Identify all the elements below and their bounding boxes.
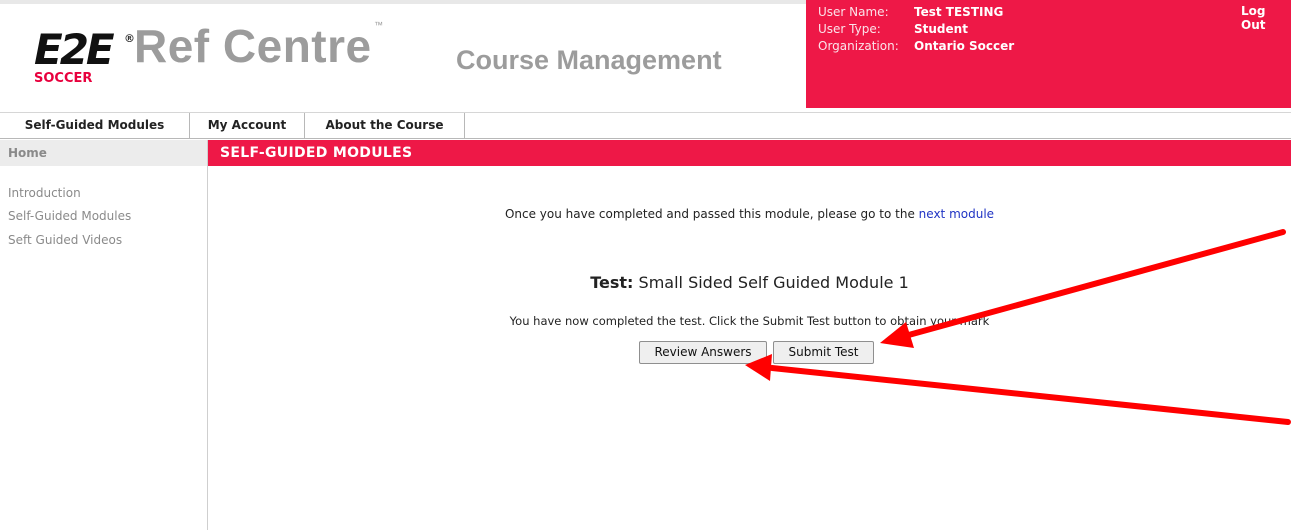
logout-link[interactable]: Log Out — [1241, 4, 1291, 32]
user-type-value: Student — [914, 22, 968, 36]
logo-mark: E2E — [34, 25, 115, 74]
notice-text: Once you have completed and passed this … — [504, 207, 919, 221]
next-module-link[interactable]: next module — [919, 207, 994, 221]
tab-my-account[interactable]: My Account — [190, 113, 305, 139]
tab-about-the-course[interactable]: About the Course — [305, 113, 465, 139]
completion-message: You have now completed the test. Click t… — [509, 314, 990, 328]
section-header: SELF-GUIDED MODULES — [208, 140, 1291, 166]
test-title: Test: Small Sided Self Guided Module 1 — [208, 271, 1291, 295]
main-nav: Self-Guided Modules My Account About the… — [0, 112, 1291, 139]
test-name: Small Sided Self Guided Module 1 — [633, 273, 909, 292]
page-header: E2E ® SOCCER Ref Centre ™ Course Managem… — [0, 0, 1291, 108]
user-type-label: User Type: — [818, 22, 881, 36]
tab-self-guided-modules[interactable]: Self-Guided Modules — [0, 113, 190, 139]
course-management-title: Course Management — [456, 45, 722, 75]
organization-label: Organization: — [818, 39, 899, 53]
arrow-to-review-answers — [745, 354, 1291, 425]
user-name-value: Test TESTING — [914, 5, 1004, 19]
next-module-notice: Once you have completed and passed this … — [208, 205, 1291, 223]
test-label: Test: — [590, 273, 634, 292]
organization-value: Ontario Soccer — [914, 39, 1015, 53]
review-answers-button[interactable]: Review Answers — [639, 341, 767, 364]
e2e-soccer-logo: E2E ® SOCCER — [34, 25, 135, 88]
logo-sub: SOCCER — [34, 71, 93, 86]
sidebar-item-self-guided-modules[interactable]: Self-Guided Modules — [8, 208, 131, 224]
brand-title: Ref Centre — [134, 20, 372, 72]
brand-trademark: ™ — [374, 20, 383, 30]
header-rule — [0, 0, 806, 4]
section-title: SELF-GUIDED MODULES — [220, 145, 413, 161]
sidebar-home[interactable]: Home — [0, 140, 207, 166]
sidebar-item-self-guided-videos[interactable]: Seft Guided Videos — [8, 232, 122, 248]
sidebar-item-introduction[interactable]: Introduction — [8, 185, 81, 201]
user-name-label: User Name: — [818, 5, 889, 19]
submit-test-button[interactable]: Submit Test — [773, 341, 874, 364]
user-info-panel: User Name: Test TESTING User Type: Stude… — [806, 0, 1291, 108]
sidebar: Home Introduction Self-Guided Modules Se… — [0, 140, 208, 530]
